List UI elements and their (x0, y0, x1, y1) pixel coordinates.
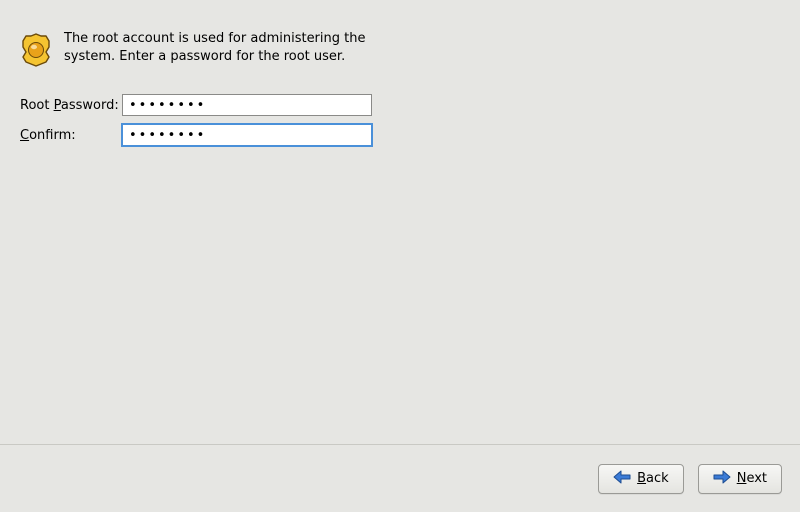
header-block: The root account is used for administeri… (20, 30, 374, 68)
confirm-password-row: Confirm: (20, 124, 372, 146)
root-password-row: Root Password: (20, 94, 372, 116)
footer-bar: Back Next (0, 444, 800, 512)
confirm-password-input[interactable] (122, 124, 372, 146)
next-button-label: Next (737, 471, 767, 486)
next-button[interactable]: Next (698, 464, 782, 494)
instructions-text: The root account is used for administeri… (64, 30, 374, 65)
arrow-right-icon (713, 470, 737, 488)
root-password-label: Root Password: (20, 98, 122, 113)
back-button[interactable]: Back (598, 464, 684, 494)
root-password-input[interactable] (122, 94, 372, 116)
back-button-label: Back (637, 471, 669, 486)
confirm-password-label: Confirm: (20, 128, 122, 143)
installer-root-password-page: The root account is used for administeri… (0, 0, 800, 512)
arrow-left-icon (613, 470, 637, 488)
password-form: Root Password: Confirm: (20, 94, 372, 154)
security-badge-icon (20, 32, 52, 68)
